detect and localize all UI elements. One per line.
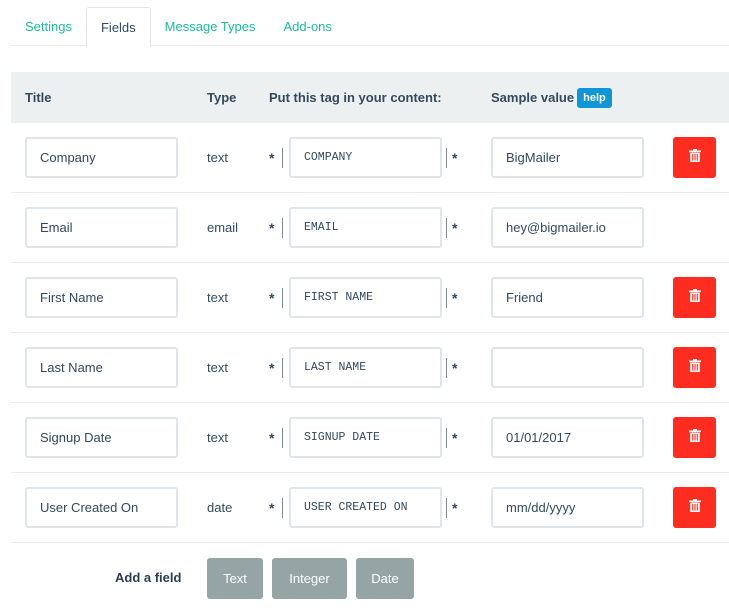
table-row: Signup Date text * SIGNUP DATE * 01/01/2… — [11, 403, 729, 473]
field-tag-input[interactable]: SIGNUP DATE — [289, 417, 442, 458]
tab-message-types[interactable]: Message Types — [151, 7, 270, 46]
field-title-input[interactable]: First Name — [25, 277, 178, 318]
tag-divider-left — [282, 428, 283, 448]
sample-value-input[interactable]: 01/01/2017 — [491, 417, 644, 458]
tag-divider-right — [446, 218, 447, 238]
sample-value-input[interactable]: mm/dd/yyyy — [491, 487, 644, 528]
header-tag: Put this tag in your content: — [269, 90, 442, 105]
delete-field-button[interactable] — [673, 417, 716, 458]
field-type: text — [207, 150, 228, 165]
field-tag-input[interactable]: LAST NAME — [289, 347, 442, 388]
table-body: Company text * COMPANY * BigMailer Email… — [11, 123, 729, 543]
field-title-input[interactable]: Email — [25, 207, 178, 248]
field-title-input[interactable]: Signup Date — [25, 417, 178, 458]
tag-divider-left — [282, 358, 283, 378]
help-badge[interactable]: help — [577, 87, 612, 108]
header-sample-label: Sample value — [491, 90, 575, 105]
trash-icon — [688, 288, 701, 307]
tag-divider-left — [282, 218, 283, 238]
delete-field-button[interactable] — [673, 347, 716, 388]
table-row: User Created On date * USER CREATED ON *… — [11, 473, 729, 543]
field-type: date — [207, 500, 233, 515]
trash-icon — [688, 358, 701, 377]
table-row: Company text * COMPANY * BigMailer — [11, 123, 729, 193]
field-tag-input[interactable]: USER CREATED ON — [289, 487, 442, 528]
add-field-bar: Add a field Text Integer Date — [11, 543, 729, 605]
trash-icon — [688, 148, 701, 167]
field-tag-input[interactable]: COMPANY — [289, 137, 442, 178]
field-title-input[interactable]: Company — [25, 137, 178, 178]
tab-settings[interactable]: Settings — [11, 7, 86, 46]
tag-suffix: * — [452, 290, 458, 306]
sample-value-input[interactable] — [491, 347, 644, 388]
tag-divider-right — [446, 498, 447, 518]
field-title-input[interactable]: Last Name — [25, 347, 178, 388]
table-row: Last Name text * LAST NAME * — [11, 333, 729, 403]
delete-field-button[interactable] — [673, 137, 716, 178]
tag-suffix: * — [452, 500, 458, 516]
add-date-field-button[interactable]: Date — [356, 558, 414, 599]
tag-divider-left — [282, 288, 283, 308]
add-field-label: Add a field — [115, 570, 182, 585]
field-type: text — [207, 290, 228, 305]
tag-divider-left — [282, 498, 283, 518]
tag-prefix: * — [269, 360, 275, 376]
tag-divider-right — [446, 358, 447, 378]
tag-prefix: * — [269, 220, 275, 236]
tab-add-ons[interactable]: Add-ons — [269, 7, 345, 46]
table-row: Email email * EMAIL * hey@bigmailer.io — [11, 193, 729, 263]
trash-icon — [688, 498, 701, 517]
tag-divider-right — [446, 428, 447, 448]
tag-prefix: * — [269, 430, 275, 446]
field-tag-input[interactable]: FIRST NAME — [289, 277, 442, 318]
field-type: text — [207, 360, 228, 375]
tag-prefix: * — [269, 150, 275, 166]
tag-divider-right — [446, 148, 447, 168]
table-row: First Name text * FIRST NAME * Friend — [11, 263, 729, 333]
delete-field-button[interactable] — [673, 277, 716, 318]
tag-suffix: * — [452, 150, 458, 166]
add-integer-field-button[interactable]: Integer — [272, 558, 347, 599]
tag-prefix: * — [269, 290, 275, 306]
sample-value-input[interactable]: hey@bigmailer.io — [491, 207, 644, 248]
header-type: Type — [207, 90, 237, 105]
delete-field-button[interactable] — [673, 487, 716, 528]
trash-icon — [688, 428, 701, 447]
tag-suffix: * — [452, 430, 458, 446]
sample-value-input[interactable]: BigMailer — [491, 137, 644, 178]
field-type: text — [207, 430, 228, 445]
header-sample: Sample value help — [491, 72, 612, 123]
sample-value-input[interactable]: Friend — [491, 277, 644, 318]
header-title: Title — [25, 90, 52, 105]
tab-bar: Settings Fields Message Types Add-ons — [11, 7, 729, 47]
add-text-field-button[interactable]: Text — [207, 558, 263, 599]
tag-suffix: * — [452, 360, 458, 376]
field-title-input[interactable]: User Created On — [25, 487, 178, 528]
tag-divider-right — [446, 288, 447, 308]
field-type: email — [207, 220, 239, 235]
tab-fields[interactable]: Fields — [85, 7, 151, 47]
tag-prefix: * — [269, 500, 275, 516]
table-header: Title Type Put this tag in your content:… — [11, 72, 729, 123]
tag-divider-left — [282, 148, 283, 168]
tag-suffix: * — [452, 220, 458, 236]
field-tag-input[interactable]: EMAIL — [289, 207, 442, 248]
fields-table: Title Type Put this tag in your content:… — [11, 72, 729, 605]
